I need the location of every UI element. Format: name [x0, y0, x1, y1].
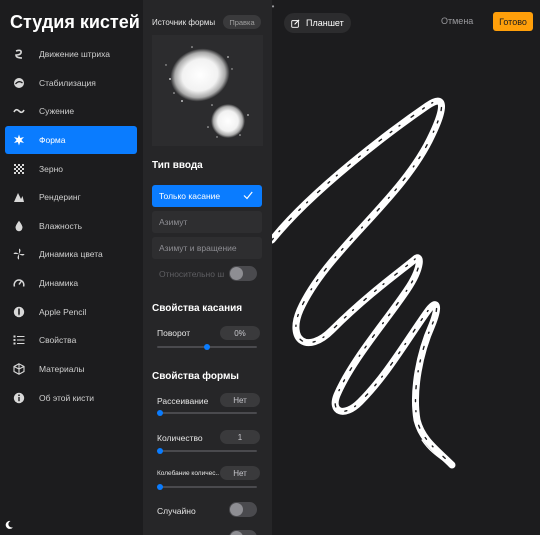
- sidebar-item-stabilization[interactable]: Стабилизация: [5, 69, 137, 97]
- scatter-label: Рассеивание: [157, 396, 209, 406]
- relative-to-stroke-label: Относительно ш: [159, 269, 225, 279]
- sidebar-item-label: Стабилизация: [39, 78, 96, 88]
- brush-shape-image: [165, 46, 249, 138]
- sidebar-item-label: Сужение: [39, 106, 75, 116]
- sidebar-item-label: Движение штриха: [39, 49, 111, 59]
- materials-icon: [13, 363, 25, 375]
- rotation-slider-thumb[interactable]: [204, 344, 210, 350]
- drawing-pad[interactable]: Планшет Отмена Готово •••: [272, 0, 540, 535]
- shape-source-label: Источник формы: [152, 18, 216, 27]
- count-label: Количество: [157, 433, 203, 443]
- sidebar-item-shape[interactable]: Форма: [5, 126, 137, 154]
- count-jitter-slider-thumb[interactable]: [157, 484, 163, 490]
- settings-panel: Источник формы Правка Тип ввода Только к…: [143, 0, 272, 535]
- option-label: Только касание: [159, 191, 221, 201]
- sidebar-item-label: Динамика цвета: [39, 249, 103, 259]
- count-value[interactable]: 1: [220, 430, 260, 444]
- relative-to-stroke-toggle[interactable]: [229, 266, 257, 281]
- sidebar-item-color-dynamics[interactable]: Динамика цвета: [5, 240, 137, 268]
- rotation-slider[interactable]: [157, 344, 257, 350]
- shape-preview: [152, 35, 263, 146]
- rendering-icon: [13, 191, 25, 203]
- sidebar-item-label: Об этой кисти: [39, 393, 94, 403]
- count-jitter-value[interactable]: Нет: [220, 466, 260, 480]
- sidebar: Студия кистей Движение штриха Стабилизац…: [0, 0, 143, 535]
- grain-icon: [13, 163, 25, 175]
- option-label: Азимут и вращение: [159, 243, 237, 253]
- option-label: Азимут: [159, 217, 188, 227]
- sidebar-item-label: Apple Pencil: [39, 307, 87, 317]
- properties-icon: [13, 334, 25, 346]
- sidebar-item-wet-mix[interactable]: Влажность: [5, 212, 137, 240]
- brush-stroke-preview: [272, 97, 456, 469]
- count-jitter-label: Колебание количес..: [157, 470, 220, 477]
- sidebar-item-label: Рендеринг: [39, 192, 81, 202]
- option-azimuth-rotation[interactable]: Азимут и вращение: [152, 237, 262, 259]
- sidebar-item-label: Зерно: [39, 164, 64, 174]
- sidebar-item-label: Динамика: [39, 278, 79, 288]
- sidebar-item-label: Влажность: [39, 221, 83, 231]
- scatter-slider-thumb[interactable]: [157, 410, 163, 416]
- sidebar-item-materials[interactable]: Материалы: [5, 355, 137, 383]
- next-toggle[interactable]: [229, 530, 257, 535]
- edit-button[interactable]: Правка: [223, 15, 261, 29]
- count-jitter-slider[interactable]: [157, 484, 257, 490]
- option-azimuth[interactable]: Азимут: [152, 211, 262, 233]
- scatter-value[interactable]: Нет: [220, 393, 260, 407]
- stabilization-icon: [13, 77, 25, 89]
- wet-mix-icon: [13, 220, 25, 232]
- sidebar-item-stroke-path[interactable]: Движение штриха: [5, 40, 137, 68]
- app-title: Студия кистей: [10, 12, 140, 32]
- sidebar-item-dynamics[interactable]: Динамика: [5, 269, 137, 297]
- count-slider-thumb[interactable]: [157, 448, 163, 454]
- info-icon: [13, 392, 25, 404]
- sidebar-item-label: Материалы: [39, 364, 85, 374]
- color-dynamics-icon: [13, 248, 25, 260]
- dynamics-icon: [13, 277, 25, 289]
- taper-icon: [13, 105, 25, 117]
- sidebar-item-grain[interactable]: Зерно: [5, 155, 137, 183]
- sidebar-item-rendering[interactable]: Рендеринг: [5, 183, 137, 211]
- shape-properties-title: Свойства формы: [152, 371, 239, 382]
- shape-icon: [13, 134, 25, 146]
- count-slider[interactable]: [157, 448, 257, 454]
- more-dots-icon[interactable]: •••: [272, 2, 274, 11]
- input-type-title: Тип ввода: [152, 160, 203, 171]
- checkmark-icon: [243, 191, 253, 200]
- sidebar-item-label: Форма: [39, 135, 66, 145]
- rotation-value[interactable]: 0%: [220, 326, 260, 340]
- rotation-label: Поворот: [157, 328, 191, 338]
- moon-icon[interactable]: [4, 520, 14, 530]
- random-toggle[interactable]: [229, 502, 257, 517]
- stroke-path-icon: [13, 48, 25, 60]
- apple-pencil-icon: [13, 306, 25, 318]
- sidebar-item-apple-pencil[interactable]: Apple Pencil: [5, 298, 137, 326]
- scatter-slider[interactable]: [157, 410, 257, 416]
- sidebar-item-about[interactable]: Об этой кисти: [5, 384, 137, 412]
- random-label: Случайно: [157, 506, 196, 516]
- sidebar-item-label: Свойства: [39, 335, 77, 345]
- touch-properties-title: Свойства касания: [152, 303, 243, 314]
- option-touch-only[interactable]: Только касание: [152, 185, 262, 207]
- sidebar-item-properties[interactable]: Свойства: [5, 326, 137, 354]
- sidebar-item-taper[interactable]: Сужение: [5, 97, 137, 125]
